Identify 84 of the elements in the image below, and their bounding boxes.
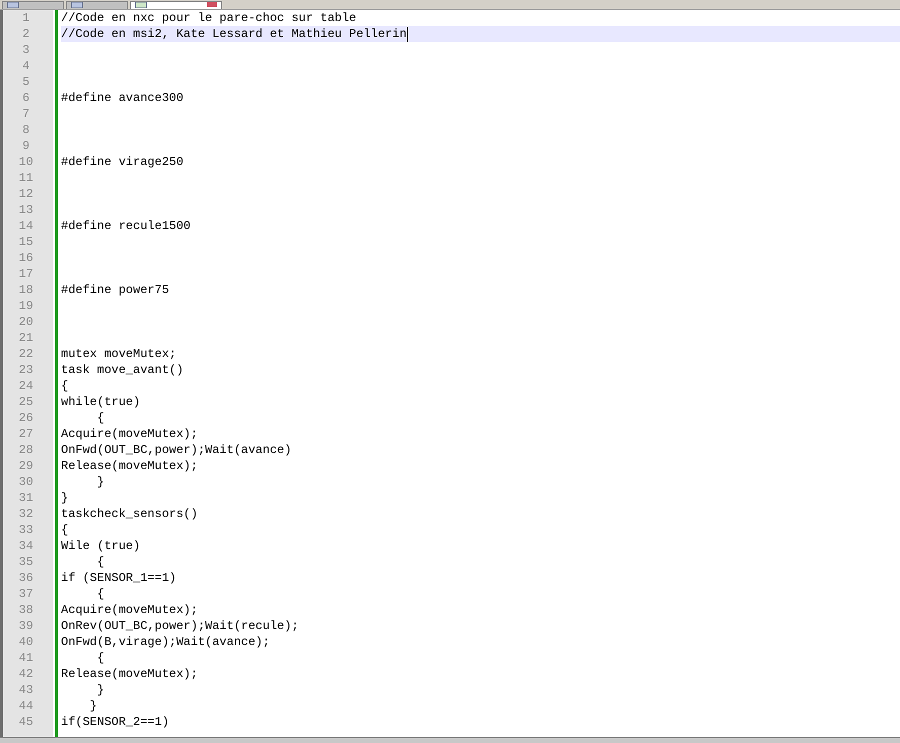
line-number: 7	[3, 106, 53, 122]
code-line: #define virage250	[61, 154, 184, 170]
line-number: 45	[3, 714, 53, 730]
line-number: 36	[3, 570, 53, 586]
code-line: {	[96, 554, 104, 570]
line-number: 16	[3, 250, 53, 266]
code-line: {	[96, 650, 104, 666]
line-number: 26	[3, 410, 53, 426]
line-number: 21	[3, 330, 53, 346]
code-line: #define power75	[61, 282, 170, 298]
line-number: 1	[3, 10, 53, 26]
line-number: 18	[3, 282, 53, 298]
text-cursor	[406, 26, 408, 42]
line-number: 20	[3, 314, 53, 330]
line-number: 32	[3, 506, 53, 522]
line-number: 31	[3, 490, 53, 506]
code-line: Acquire(moveMutex);	[61, 602, 198, 618]
code-line: OnRev(OUT_BC,power);Wait(recule);	[61, 618, 299, 634]
line-number: 41	[3, 650, 53, 666]
line-number: 39	[3, 618, 53, 634]
code-line: if (SENSOR_1==1)	[61, 570, 176, 586]
line-number: 34	[3, 538, 53, 554]
line-number: 38	[3, 602, 53, 618]
line-number: 33	[3, 522, 53, 538]
gutter-background	[3, 730, 53, 737]
code-line: if(SENSOR_2==1)	[61, 714, 170, 730]
code-line: #define recule1500	[61, 218, 191, 234]
line-number: 40	[3, 634, 53, 650]
line-number: 42	[3, 666, 53, 682]
line-number: 30	[3, 474, 53, 490]
line-number: 4	[3, 58, 53, 74]
line-number: 43	[3, 682, 53, 698]
code-line: }	[88, 698, 98, 714]
file-icon	[7, 2, 19, 8]
line-number: 19	[3, 298, 53, 314]
line-number: 2	[3, 26, 53, 42]
line-number: 6	[3, 90, 53, 106]
code-line: OnFwd(OUT_BC,power);Wait(avance)	[61, 442, 292, 458]
line-number: 25	[3, 394, 53, 410]
file-icon	[71, 2, 83, 8]
code-line: }	[96, 474, 104, 490]
code-line: Release(moveMutex);	[61, 458, 198, 474]
line-number: 15	[3, 234, 53, 250]
code-line: //Code en nxc pour le pare-choc sur table	[61, 10, 356, 26]
line-number: 27	[3, 426, 53, 442]
line-number: 37	[3, 586, 53, 602]
code-line: mutex moveMutex;	[61, 346, 176, 362]
code-line: }	[96, 682, 104, 698]
line-number: 14	[3, 218, 53, 234]
editor-tab[interactable]	[66, 1, 128, 9]
code-line: while(true)	[61, 394, 140, 410]
code-editor[interactable]	[0, 10, 900, 737]
code-line: {	[61, 378, 68, 394]
file-icon	[135, 2, 147, 8]
code-line: Release(moveMutex);	[61, 666, 198, 682]
line-number: 28	[3, 442, 53, 458]
line-number: 12	[3, 186, 53, 202]
code-line: {	[96, 410, 104, 426]
line-number: 11	[3, 170, 53, 186]
code-line: {	[61, 522, 68, 538]
line-number: 17	[3, 266, 53, 282]
code-line: #define avance300	[61, 90, 184, 106]
line-number: 13	[3, 202, 53, 218]
line-number: 3	[3, 42, 53, 58]
line-number: 10	[3, 154, 53, 170]
code-line: OnFwd(B,virage);Wait(avance);	[61, 634, 270, 650]
line-number: 5	[3, 74, 53, 90]
code-line: task move_avant()	[61, 362, 184, 378]
line-number: 29	[3, 458, 53, 474]
line-number: 9	[3, 138, 53, 154]
code-line: Wile (true)	[61, 538, 140, 554]
line-number: 44	[3, 698, 53, 714]
editor-tab[interactable]	[130, 1, 222, 9]
line-number: 24	[3, 378, 53, 394]
code-line: }	[61, 490, 68, 506]
code-line: taskcheck_sensors()	[61, 506, 198, 522]
line-number: 23	[3, 362, 53, 378]
line-number: 8	[3, 122, 53, 138]
code-line: {	[96, 586, 104, 602]
code-line: Acquire(moveMutex);	[61, 426, 198, 442]
code-line: //Code en msi2, Kate Lessard et Mathieu Pellerin	[61, 26, 407, 42]
editor-tab[interactable]	[2, 1, 64, 9]
line-number: 35	[3, 554, 53, 570]
line-number: 22	[3, 346, 53, 362]
